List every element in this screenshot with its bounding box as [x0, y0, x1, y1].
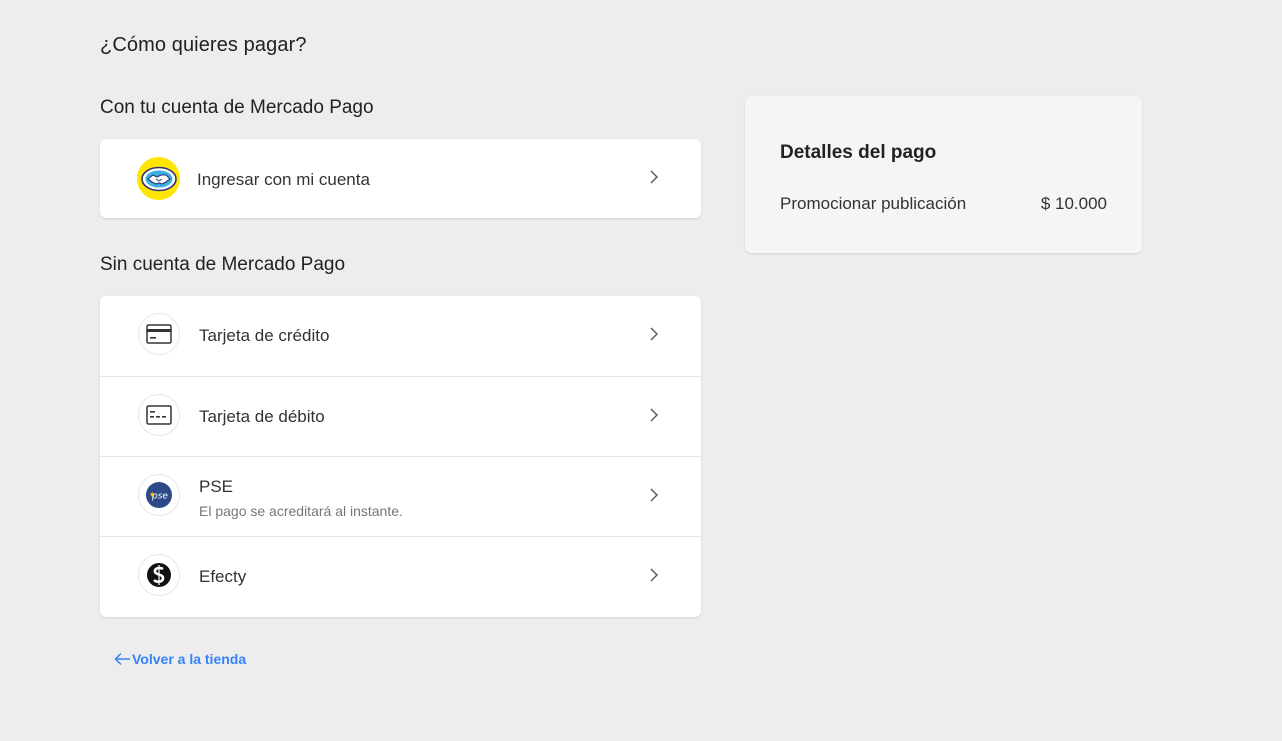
login-option-label: Ingresar con mi cuenta [197, 170, 370, 189]
pse-logo-text: pse [151, 492, 168, 502]
payment-method-sublabel: El pago se acreditará al instante. [199, 503, 403, 519]
section-title-without-account: Sin cuenta de Mercado Pago [100, 254, 346, 275]
summary-item-label: Promocionar publicación [780, 194, 967, 213]
payment-method-label: Efecty [199, 567, 247, 586]
chevron-right-icon [650, 568, 658, 582]
login-with-account-option[interactable]: Ingresar con mi cuenta [100, 139, 701, 219]
mercado-pago-logo [137, 157, 180, 200]
chevron-right-icon [650, 170, 658, 184]
arrow-left-icon [114, 652, 130, 666]
efecty-logo [138, 554, 180, 596]
with-account-card: Ingresar con mi cuenta [100, 139, 701, 218]
page-title: ¿Cómo quieres pagar? [100, 34, 307, 56]
chevron-right-icon [650, 408, 658, 422]
summary-item-amount: $ 10.000 [1040, 194, 1107, 213]
chevron-right-icon [650, 327, 658, 341]
payment-method-label: PSE [199, 477, 234, 496]
payment-methods-card: Tarjeta de crédito Tarjeta de débito pse… [100, 296, 701, 617]
credit-card-icon [138, 313, 180, 355]
payment-method-credit-card[interactable]: Tarjeta de crédito [100, 296, 701, 376]
debit-card-icon [138, 394, 180, 436]
payment-method-efecty[interactable]: Efecty [100, 536, 701, 616]
checkout-page: ¿Cómo quieres pagar? Con tu cuenta de Me… [0, 0, 1282, 741]
payment-method-label: Tarjeta de débito [199, 407, 325, 426]
summary-title: Detalles del pago [780, 142, 937, 163]
chevron-right-icon [650, 488, 658, 502]
back-to-store-label: Volver a la tienda [132, 651, 247, 667]
section-title-with-account: Con tu cuenta de Mercado Pago [100, 97, 374, 118]
payment-method-debit-card[interactable]: Tarjeta de débito [100, 376, 701, 456]
back-to-store-link[interactable]: Volver a la tienda [114, 651, 246, 667]
payment-method-label: Tarjeta de crédito [199, 326, 330, 345]
pse-logo: pse [138, 474, 180, 516]
payment-summary: Detalles del pago Promocionar publicació… [745, 96, 1142, 253]
payment-method-pse[interactable]: pse PSE El pago se acreditará al instant… [100, 456, 701, 536]
